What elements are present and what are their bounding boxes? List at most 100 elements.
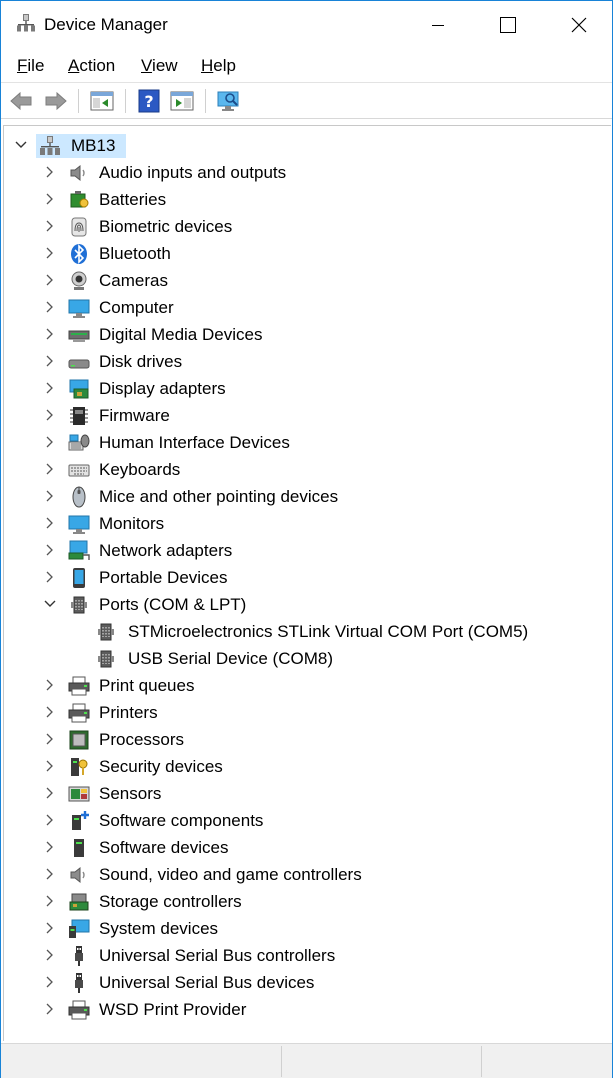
tree-item-label: Sensors (99, 784, 162, 803)
expand-chevron-icon[interactable] (44, 435, 56, 449)
menu-file-accel: F (17, 56, 28, 75)
tree-item-system-devices[interactable]: System devices (4, 915, 604, 942)
tree-item-computer[interactable]: Computer (4, 294, 604, 321)
speaker-icon (70, 866, 85, 884)
tree-item-label: Software components (99, 811, 264, 830)
tree-child-item[interactable]: STMicroelectronics STLink Virtual COM Po… (4, 618, 604, 645)
tree-item-disk-drives[interactable]: Disk drives (4, 348, 604, 375)
menu-view[interactable]: View (141, 56, 178, 76)
processor-icon (69, 730, 89, 750)
expand-chevron-icon[interactable] (44, 219, 56, 233)
status-bar (1, 1043, 612, 1078)
expand-chevron-icon[interactable] (44, 570, 56, 584)
expand-chevron-icon[interactable] (44, 165, 56, 179)
device-tree[interactable]: MB13 Audio inputs and outputs Batteries Bi… (3, 125, 611, 1041)
tree-item-processors[interactable]: Processors (4, 726, 604, 753)
expand-chevron-icon[interactable] (44, 354, 56, 368)
tree-item-human-interface-devices[interactable]: Human Interface Devices (4, 429, 604, 456)
tree-item-cameras[interactable]: Cameras (4, 267, 604, 294)
expand-chevron-icon[interactable] (44, 462, 56, 476)
tree-item-audio-inputs-and-outputs[interactable]: Audio inputs and outputs (4, 159, 604, 186)
tree-item-digital-media-devices[interactable]: Digital Media Devices (4, 321, 604, 348)
menu-help[interactable]: Help (201, 56, 236, 76)
tree-item-storage-controllers[interactable]: Storage controllers (4, 888, 604, 915)
title-bar[interactable]: Device Manager (1, 1, 612, 49)
tree-item-label: Cameras (99, 271, 168, 290)
tree-item-printers[interactable]: Printers (4, 699, 604, 726)
expand-chevron-icon[interactable] (44, 192, 56, 206)
action-pane-icon (170, 91, 194, 111)
toolbar-separator (125, 89, 126, 113)
tree-item-firmware[interactable]: Firmware (4, 402, 604, 429)
tree-item-universal-serial-bus-controllers[interactable]: Universal Serial Bus controllers (4, 942, 604, 969)
expand-chevron-icon[interactable] (44, 678, 56, 692)
tree-item-software-components[interactable]: Software components (4, 807, 604, 834)
expand-chevron-icon[interactable] (44, 786, 56, 800)
tree-item-label: Audio inputs and outputs (99, 163, 287, 182)
expand-chevron-icon[interactable] (44, 273, 56, 287)
menu-action[interactable]: Action (68, 56, 115, 76)
tree-item-label: WSD Print Provider (99, 1000, 247, 1019)
expand-chevron-icon[interactable] (44, 1002, 56, 1016)
hid-icon (68, 434, 90, 451)
tree-item-wsd-print-provider[interactable]: WSD Print Provider (4, 996, 604, 1023)
tree-item-network-adapters[interactable]: Network adapters (4, 537, 604, 564)
back-button[interactable] (8, 88, 34, 114)
tree-item-print-queues[interactable]: Print queues (4, 672, 604, 699)
expand-chevron-icon[interactable] (44, 489, 56, 503)
tree-item-label: Storage controllers (99, 892, 242, 911)
tree-item-sensors[interactable]: Sensors (4, 780, 604, 807)
tree-item-mice-and-other-pointing-devices[interactable]: Mice and other pointing devices (4, 483, 604, 510)
menu-help-label: elp (213, 56, 236, 75)
expand-chevron-icon[interactable] (44, 894, 56, 908)
expand-chevron-icon[interactable] (44, 867, 56, 881)
expand-chevron-icon[interactable] (44, 705, 56, 719)
mouse-icon (72, 486, 86, 508)
expand-chevron-icon[interactable] (44, 381, 56, 395)
tree-item-bluetooth[interactable]: Bluetooth (4, 240, 604, 267)
bluetooth-icon (71, 244, 87, 264)
tree-item-portable-devices[interactable]: Portable Devices (4, 564, 604, 591)
expand-chevron-icon[interactable] (44, 516, 56, 530)
collapse-chevron-icon[interactable] (15, 138, 27, 152)
printer-icon (68, 676, 90, 696)
tree-item-software-devices[interactable]: Software devices (4, 834, 604, 861)
expand-chevron-icon[interactable] (44, 732, 56, 746)
forward-button[interactable] (43, 88, 69, 114)
expand-chevron-icon[interactable] (44, 921, 56, 935)
tree-item-security-devices[interactable]: Security devices (4, 753, 604, 780)
expand-chevron-icon[interactable] (44, 840, 56, 854)
expand-chevron-icon[interactable] (44, 300, 56, 314)
tree-item-keyboards[interactable]: Keyboards (4, 456, 604, 483)
tree-item-sound-video-and-game-controllers[interactable]: Sound, video and game controllers (4, 861, 604, 888)
minimize-button[interactable] (415, 1, 461, 49)
expand-chevron-icon[interactable] (44, 813, 56, 827)
tree-item-batteries[interactable]: Batteries (4, 186, 604, 213)
collapse-chevron-icon[interactable] (44, 597, 56, 611)
menu-help-accel: H (201, 56, 214, 75)
expand-chevron-icon[interactable] (44, 975, 56, 989)
tree-item-universal-serial-bus-devices[interactable]: Universal Serial Bus devices (4, 969, 604, 996)
expand-chevron-icon[interactable] (44, 408, 56, 422)
show-hide-console-tree-button[interactable] (89, 88, 115, 114)
tree-item-biometric-devices[interactable]: Biometric devices (4, 213, 604, 240)
expand-chevron-icon[interactable] (44, 246, 56, 260)
tree-root-mb13[interactable]: MB13 (4, 132, 604, 159)
close-button[interactable] (556, 1, 602, 49)
tree-child-item[interactable]: USB Serial Device (COM8) (4, 645, 604, 672)
help-button[interactable]: ? (136, 88, 162, 114)
show-hide-action-pane-button[interactable] (169, 88, 195, 114)
tree-child-label: USB Serial Device (COM8) (128, 649, 333, 668)
expand-chevron-icon[interactable] (44, 948, 56, 962)
expand-chevron-icon[interactable] (44, 759, 56, 773)
maximize-icon (500, 17, 516, 33)
maximize-button[interactable] (485, 1, 531, 49)
expand-chevron-icon[interactable] (44, 327, 56, 341)
tree-item-label: Bluetooth (99, 244, 171, 263)
tree-item-ports-com-lpt[interactable]: Ports (COM & LPT) (4, 591, 604, 618)
scan-for-hardware-changes-button[interactable] (216, 88, 242, 114)
tree-item-monitors[interactable]: Monitors (4, 510, 604, 537)
expand-chevron-icon[interactable] (44, 543, 56, 557)
menu-file[interactable]: File (17, 56, 44, 76)
tree-item-display-adapters[interactable]: Display adapters (4, 375, 604, 402)
